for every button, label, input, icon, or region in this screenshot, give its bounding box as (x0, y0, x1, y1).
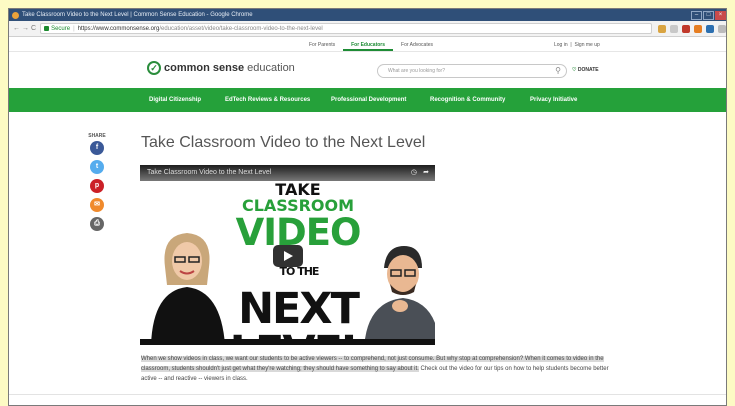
video-bottom-strip (140, 339, 435, 345)
thumbnail-next: NEXT (238, 284, 360, 334)
pinterest-icon[interactable]: p (90, 179, 104, 193)
tab-for-advocates[interactable]: For Advocates (393, 42, 441, 51)
favicon-icon (12, 11, 19, 19)
lock-icon (44, 26, 50, 31)
browser-window: Take Classroom Video to the Next Level |… (8, 8, 727, 406)
browser-toolbar: ← → C Secure | https://www.commonsense.o… (9, 21, 726, 37)
maximize-button[interactable]: □ (703, 10, 714, 20)
watch-later-icon[interactable]: ◷ (411, 168, 417, 176)
nav-edtech-reviews[interactable]: EdTech Reviews & Resources (225, 97, 310, 103)
nav-professional-development[interactable]: Professional Development (331, 97, 406, 103)
tab-for-parents[interactable]: For Parents (301, 42, 343, 51)
checkmark-logo-icon: ✓ (147, 61, 161, 75)
url-host: https://www.commonsense.org (77, 25, 160, 32)
signup-link[interactable]: Sign me up (574, 42, 599, 48)
video-title[interactable]: Take Classroom Video to the Next Level (147, 169, 271, 176)
print-icon[interactable]: ⎙ (90, 217, 104, 231)
window-controls: – □ × (690, 10, 726, 20)
search-placeholder: What are you looking for? (388, 68, 445, 74)
thumbnail-line-1: TAKE CLASSROOM (223, 182, 373, 214)
window-title: Take Classroom Video to the Next Level |… (22, 12, 253, 18)
logo[interactable]: ✓ common sense education (147, 61, 295, 75)
page-title: Take Classroom Video to the Next Level (141, 134, 426, 151)
thumbnail-to-the: TO THE (279, 265, 320, 278)
logo-name: common sense (164, 62, 245, 74)
logo-suffix: education (247, 62, 295, 74)
content-divider (9, 394, 726, 395)
minimize-button[interactable]: – (691, 10, 702, 20)
presenter-woman-image (151, 233, 225, 345)
star-icon[interactable] (670, 24, 679, 33)
close-button[interactable]: × (715, 10, 726, 20)
audience-tabs-bar: For Parents For Educators For Advocates … (9, 37, 726, 51)
extension-icon[interactable] (682, 24, 691, 33)
login-link[interactable]: Log in (554, 42, 568, 48)
extension-icons (658, 24, 726, 33)
title-bar: Take Classroom Video to the Next Level |… (9, 9, 726, 21)
nav-digital-citizenship[interactable]: Digital Citizenship (149, 97, 201, 103)
translate-icon[interactable] (658, 24, 667, 33)
play-button[interactable] (273, 245, 303, 267)
main-nav: Digital Citizenship EdTech Reviews & Res… (9, 88, 726, 112)
extension-icon[interactable] (694, 24, 703, 33)
video-title-bar: Take Classroom Video to the Next Level ◷… (140, 165, 435, 181)
facebook-icon[interactable]: f (90, 141, 104, 155)
donate-link[interactable]: ♡ DONATE (572, 67, 599, 73)
video-description: When we show videos in class, we want ou… (141, 354, 611, 384)
secure-label: Secure (51, 25, 71, 32)
extension-icon[interactable] (706, 24, 715, 33)
forward-arrow-icon[interactable]: → (22, 25, 29, 32)
url-text: https://www.commonsense.org/education/as… (78, 26, 323, 32)
extension-icon[interactable] (718, 24, 726, 33)
account-links: Log in | Sign me up (554, 42, 600, 48)
nav-recognition-community[interactable]: Recognition & Community (430, 97, 505, 103)
search-input[interactable]: What are you looking for? ⚲ (377, 64, 567, 78)
twitter-icon[interactable]: t (90, 160, 104, 174)
address-separator: | (73, 25, 75, 32)
nav-privacy-initiative[interactable]: Privacy Initiative (530, 97, 577, 103)
search-icon[interactable]: ⚲ (555, 66, 561, 75)
donate-label: DONATE (577, 67, 599, 73)
brand-header: ✓ common sense education What are you lo… (9, 51, 726, 88)
url-path: /education/asset/video/take-classroom-vi… (159, 25, 323, 32)
back-arrow-icon[interactable]: ← (13, 25, 20, 32)
tab-for-educators[interactable]: For Educators (343, 42, 394, 51)
audience-tabs: For Parents For Educators For Advocates (301, 42, 441, 51)
share-sidebar: SHARE f t p ✉ ⎙ (88, 133, 106, 236)
share-arrow-icon[interactable]: ➦ (423, 168, 429, 176)
email-icon[interactable]: ✉ (90, 198, 104, 212)
reload-icon[interactable]: C (31, 25, 36, 32)
heart-icon: ♡ (572, 67, 577, 73)
address-bar[interactable]: Secure | https://www.commonsense.org/edu… (40, 23, 653, 34)
share-label: SHARE (88, 133, 106, 139)
video-player[interactable]: TAKE CLASSROOM VIDEOTO THE NEXT LEVEL Ta… (140, 165, 435, 345)
